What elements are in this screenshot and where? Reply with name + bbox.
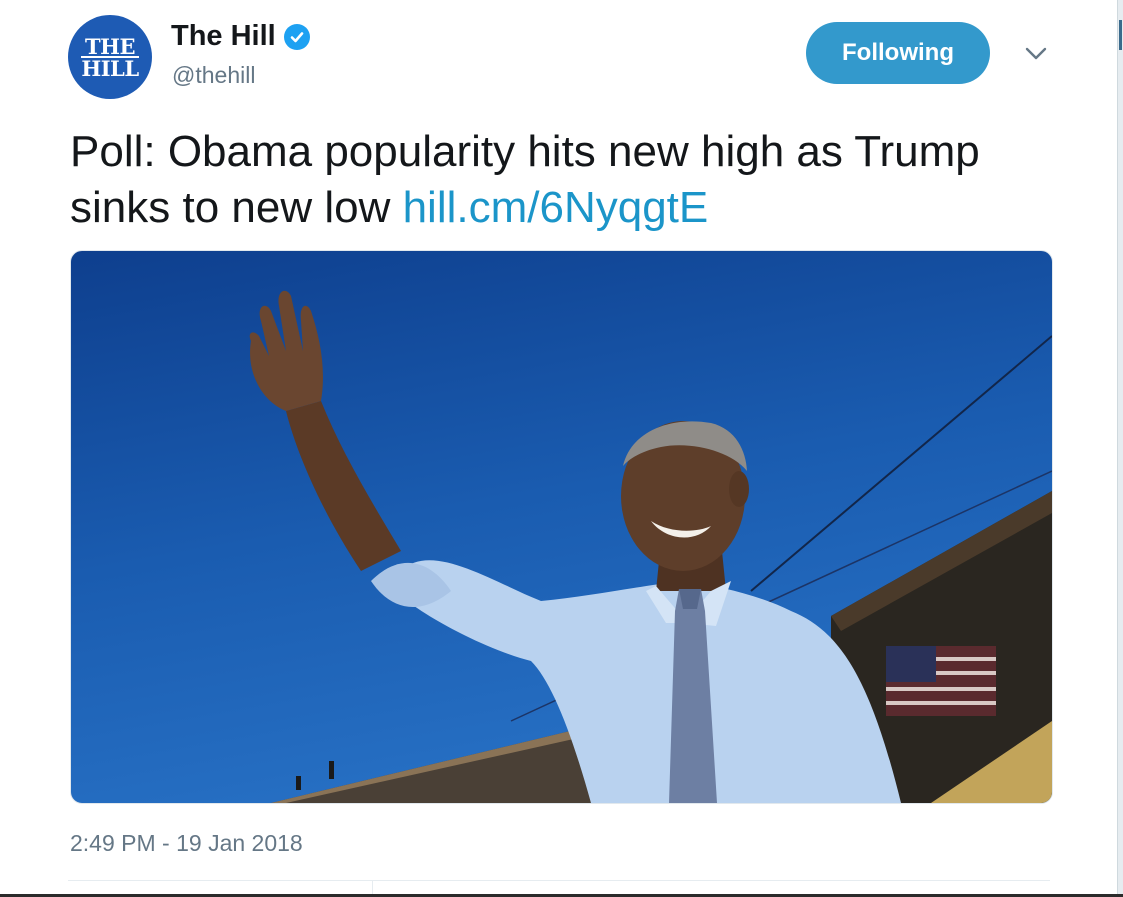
- verified-badge-icon: [283, 23, 310, 50]
- flag-canton: [886, 646, 936, 682]
- chevron-down-icon[interactable]: [1020, 40, 1052, 68]
- display-name-text: The Hill: [171, 20, 276, 52]
- waving-hand: [249, 290, 323, 411]
- divider: [68, 880, 1050, 881]
- tweet-card: THE HILL The Hill @thehill Following Pol…: [0, 0, 1123, 897]
- tweet-photo[interactable]: [70, 250, 1053, 804]
- display-name[interactable]: The Hill: [171, 20, 310, 53]
- tweet-text: Poll: Obama popularity hits new high as …: [70, 124, 1050, 236]
- avatar-text-line1: THE: [85, 33, 135, 59]
- arm: [286, 401, 401, 571]
- small-figure: [329, 761, 334, 779]
- edge-mark: [1119, 20, 1122, 50]
- photo-illustration: [249, 290, 1052, 803]
- avatar[interactable]: THE HILL: [68, 15, 152, 99]
- avatar-text-line2: HILL: [81, 55, 139, 81]
- scrollbar-edge: [1117, 0, 1123, 897]
- small-figure: [296, 776, 301, 790]
- tweet-link[interactable]: hill.cm/6NyqgtE: [403, 183, 709, 232]
- following-button[interactable]: Following: [806, 22, 990, 84]
- tweet-timestamp[interactable]: 2:49 PM - 19 Jan 2018: [70, 830, 303, 857]
- account-handle[interactable]: @thehill: [172, 62, 255, 89]
